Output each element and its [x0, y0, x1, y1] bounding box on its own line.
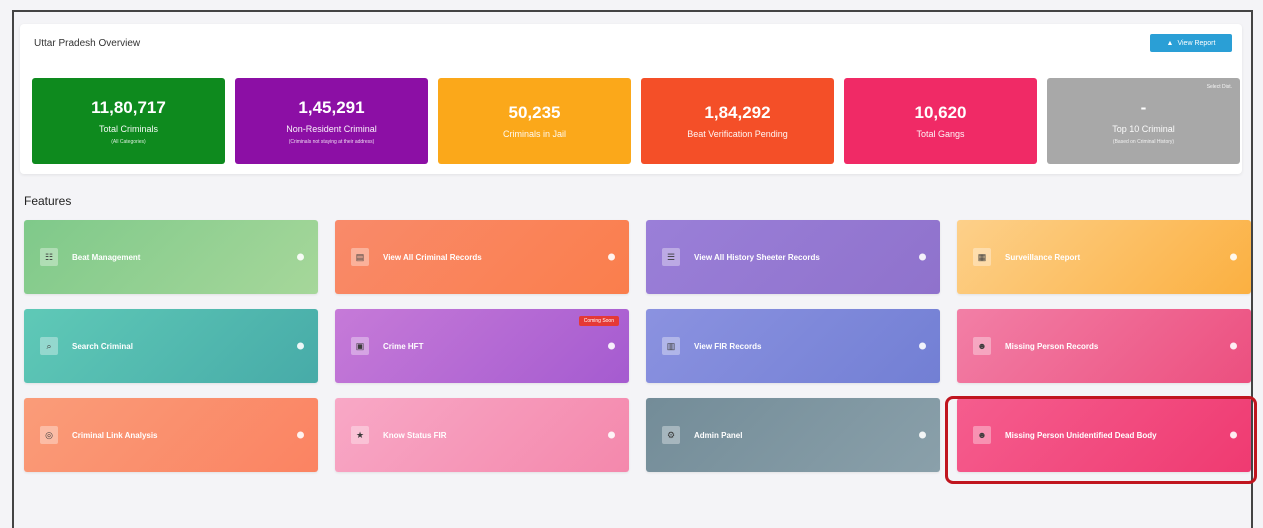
- view-report-label: View Report: [1177, 39, 1216, 47]
- document-icon: ▤: [351, 248, 369, 266]
- feature-tile-label: Surveillance Report: [1005, 252, 1081, 262]
- feature-tile[interactable]: ⚙ Admin Panel: [646, 398, 940, 472]
- stat-value: 1,45,291: [298, 97, 365, 117]
- arrow-icon: [1230, 253, 1237, 261]
- stat-card[interactable]: 10,620 Total Gangs: [844, 78, 1037, 164]
- feature-tile-label: Crime HFT: [383, 341, 424, 351]
- arrow-icon: [919, 342, 926, 350]
- feature-tile-label: Missing Person Records: [1005, 341, 1099, 351]
- feature-tile[interactable]: ☻ Missing Person Records: [957, 309, 1251, 383]
- stat-label: Total Criminals: [98, 123, 158, 134]
- arrow-icon: [919, 431, 926, 439]
- stat-label: Beat Verification Pending: [687, 129, 788, 139]
- stat-card[interactable]: 11,80,717 Total Criminals (All Categories): [32, 78, 225, 164]
- stat-value: 10,620: [914, 103, 967, 122]
- feature-tile-label: Admin Panel: [694, 430, 743, 440]
- arrow-icon: [1230, 431, 1237, 439]
- folder-icon: ▣: [351, 337, 369, 355]
- star-icon: ★: [351, 426, 369, 444]
- view-report-button[interactable]: ▲ View Report: [1150, 34, 1232, 52]
- arrow-icon: [608, 342, 615, 350]
- feature-tile-label: Beat Management: [72, 252, 141, 262]
- feature-tile-label: Search Criminal: [72, 341, 133, 351]
- person-icon: ☻: [973, 426, 991, 444]
- stat-value: 50,235: [508, 103, 561, 122]
- feature-tile[interactable]: ☷ Beat Management: [24, 220, 318, 294]
- stat-card[interactable]: - Top 10 Criminal (Based on Criminal Histo…: [1047, 78, 1240, 164]
- feature-tile[interactable]: ☻ Missing Person Unidentified Dead Body: [957, 398, 1251, 472]
- arrow-icon: [297, 253, 304, 261]
- stat-sub: (Criminals not staying at their address): [288, 138, 375, 145]
- arrow-icon: [608, 253, 615, 261]
- person-icon: ☻: [973, 337, 991, 355]
- users-icon: ☷: [40, 248, 58, 266]
- feature-tile-label: View FIR Records: [694, 341, 762, 351]
- report-icon: ▦: [973, 248, 991, 266]
- arrow-icon: [297, 431, 304, 439]
- arrow-icon: [297, 342, 304, 350]
- features-grid: ☷ Beat Management ▤ View All Criminal Recor…: [24, 220, 1251, 472]
- arrow-icon: [608, 431, 615, 439]
- feature-tile[interactable]: ▤ View All Criminal Records: [335, 220, 629, 294]
- settings-icon: ⚙: [662, 426, 680, 444]
- district-select: Select Dist.: [1206, 84, 1232, 90]
- stat-label: Non-Resident Criminal: [286, 123, 377, 134]
- feature-tile[interactable]: ☰ View All History Sheeter Records: [646, 220, 940, 294]
- stat-card[interactable]: 1,84,292 Beat Verification Pending: [641, 78, 834, 164]
- stat-label: Total Gangs: [916, 129, 965, 139]
- features-heading: Features: [24, 194, 72, 208]
- feature-tile[interactable]: ▣ Crime HFT Coming Soon: [335, 309, 629, 383]
- stat-sub: (All Categories): [111, 138, 146, 145]
- search-icon: ⌕: [40, 337, 58, 355]
- arrow-icon: [919, 253, 926, 261]
- list-icon: ☰: [662, 248, 680, 266]
- feature-tile-label: Know Status FIR: [383, 430, 447, 440]
- feature-tile-label: Missing Person Unidentified Dead Body: [1005, 430, 1157, 440]
- status-badge: Coming Soon: [578, 316, 619, 326]
- stats-row: 11,80,717 Total Criminals (All Categories)…: [32, 78, 1240, 164]
- feature-tile[interactable]: ▦ Surveillance Report: [957, 220, 1251, 294]
- page-title: Uttar Pradesh Overview: [34, 38, 141, 49]
- stat-sub: (Based on Criminal History): [1112, 138, 1175, 145]
- user-icon: ▲: [1166, 39, 1174, 47]
- file-icon: ▥: [662, 337, 680, 355]
- stat-card[interactable]: 1,45,291 Non-Resident Criminal (Criminals …: [235, 78, 428, 164]
- feature-tile[interactable]: ◎ Criminal Link Analysis: [24, 398, 318, 472]
- feature-tile-label: View All Criminal Records: [383, 252, 482, 262]
- feature-tile[interactable]: ★ Know Status FIR: [335, 398, 629, 472]
- feature-tile-label: Criminal Link Analysis: [72, 430, 158, 440]
- feature-tile-label: View All History Sheeter Records: [694, 252, 820, 262]
- stat-value: -: [1140, 97, 1147, 117]
- stat-value: 11,80,717: [91, 97, 166, 117]
- stat-label: Criminals in Jail: [502, 129, 566, 139]
- stat-label: Top 10 Criminal: [1112, 123, 1175, 134]
- feature-tile[interactable]: ⌕ Search Criminal: [24, 309, 318, 383]
- stat-card[interactable]: 50,235 Criminals in Jail: [438, 78, 631, 164]
- network-icon: ◎: [40, 426, 58, 444]
- arrow-icon: [1230, 342, 1237, 350]
- stat-value: 1,84,292: [704, 103, 771, 122]
- overview-panel: Uttar Pradesh Overview ▲ View Report 11,…: [20, 24, 1242, 174]
- feature-tile[interactable]: ▥ View FIR Records: [646, 309, 940, 383]
